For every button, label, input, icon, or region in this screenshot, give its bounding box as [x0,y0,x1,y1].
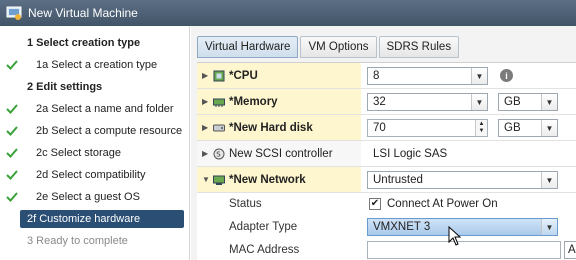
step-label: 3 Ready to complete [27,235,128,247]
status-label: Status [229,198,262,210]
tab-virtual-hardware[interactable]: Virtual Hardware [197,36,299,58]
step-label: 1a Select a creation type [36,59,158,71]
cpu-icon [213,70,225,81]
adapter-type-row: Adapter Type VMXNET 3 ▼ [197,216,576,239]
checkmark-icon [6,148,18,158]
step-label: 2d Select compatibility [36,169,146,181]
memory-unit-select[interactable]: GB ▼ [498,93,558,111]
dropdown-arrow-icon: ▼ [471,94,487,110]
step-label: 2c Select storage [36,147,121,159]
window-title: New Virtual Machine [28,6,138,20]
step-label: 2e Select a guest OS [36,191,140,203]
virtual-machine-icon [6,6,22,20]
mac-address-input[interactable] [367,241,561,259]
network-adapter-icon [213,175,225,185]
network-value: Untrusted [373,174,423,186]
collapse-arrow-icon[interactable]: ▼ [202,175,210,184]
expand-arrow-icon[interactable]: ▶ [202,97,208,106]
tab-bar: Virtual Hardware VM Options SDRS Rules [197,36,460,58]
hard-disk-unit-select[interactable]: GB ▼ [498,119,558,137]
mouse-cursor-icon [448,226,462,246]
scsi-controller-row: ▶ S New SCSI controller LSI Logic SAS [197,141,576,167]
adapter-type-select[interactable]: VMXNET 3 ▼ [367,218,558,236]
expand-arrow-icon[interactable]: ▶ [202,71,208,80]
step-1-header: 1 Select creation type [0,32,190,54]
hard-disk-label: *New Hard disk [229,121,313,134]
memory-row: ▶ *Memory 32 ▼ GB ▼ [197,89,576,115]
wizard-steps-sidebar: 1 Select creation type 1a Select a creat… [0,26,190,260]
checkmark-icon [6,192,18,202]
connect-at-power-on-checkbox[interactable]: ✔ [369,198,381,210]
window-titlebar: New Virtual Machine [0,0,576,26]
memory-label: *Memory [229,95,278,108]
mac-address-mode: A [568,244,576,256]
stepper-icon[interactable]: ▲ ▼ [475,120,487,136]
hard-disk-size-input[interactable]: 70 ▲ ▼ [367,119,488,137]
step-1a[interactable]: 1a Select a creation type [0,54,190,76]
hard-disk-value: 70 [373,122,386,134]
step-2-header: 2 Edit settings [0,76,190,98]
step-2c[interactable]: 2c Select storage [0,142,190,164]
checkmark-icon [6,126,18,136]
checkmark-icon [6,104,18,114]
dropdown-arrow-icon: ▼ [541,94,557,110]
network-label: *New Network [229,173,306,186]
step-2d[interactable]: 2d Select compatibility [0,164,190,186]
cpu-value: 8 [373,70,380,82]
svg-text:S: S [216,150,221,158]
hard-disk-icon [213,124,225,131]
network-select[interactable]: Untrusted ▼ [367,171,558,189]
network-row: ▼ *New Network Untrusted ▼ [197,167,576,193]
dropdown-arrow-icon: ▼ [541,172,557,188]
cpu-row: ▶ *CPU 8 ▼ i [197,63,576,89]
cpu-select[interactable]: 8 ▼ [367,67,488,85]
mac-address-mode-select[interactable]: A [564,241,576,259]
step-2a[interactable]: 2a Select a name and folder [0,98,190,120]
expand-arrow-icon[interactable]: ▶ [202,123,208,132]
step-3: 3 Ready to complete [0,230,190,252]
hardware-grid: ▶ *CPU 8 ▼ i ▶ *Memory 32 ▼ GB ▼ ▶ *New … [197,62,576,260]
checkmark-icon [6,60,18,70]
step-label: 2b Select a compute resource [36,125,183,137]
memory-value: 32 [373,96,386,108]
step-2f-active[interactable]: 2f Customize hardware [0,208,190,230]
memory-select[interactable]: 32 ▼ [367,93,488,111]
step-label: 2a Select a name and folder [36,103,174,115]
scsi-controller-value: LSI Logic SAS [373,148,448,160]
step-label: 2 Edit settings [27,81,103,93]
adapter-type-value: VMXNET 3 [373,221,431,233]
hard-disk-row: ▶ *New Hard disk 70 ▲ ▼ GB ▼ [197,115,576,141]
tab-sdrs-rules[interactable]: SDRS Rules [378,36,460,58]
hard-disk-unit: GB [504,122,521,134]
scsi-controller-label: New SCSI controller [229,147,333,160]
memory-icon [213,98,225,107]
scsi-controller-icon: S [213,148,225,159]
info-icon[interactable]: i [500,69,513,82]
dropdown-arrow-icon: ▼ [471,68,487,84]
expand-arrow-icon[interactable]: ▶ [202,149,208,158]
step-2b[interactable]: 2b Select a compute resource [0,120,190,142]
step-label: 1 Select creation type [27,37,141,49]
main-panel: Virtual Hardware VM Options SDRS Rules ▶… [191,26,576,260]
status-row: Status ✔ Connect At Power On [197,193,576,216]
checkmark-icon [6,170,18,180]
mac-address-row: MAC Address A [197,239,576,260]
mac-address-label: MAC Address [229,244,300,256]
dropdown-arrow-icon: ▼ [541,120,557,136]
memory-unit: GB [504,96,521,108]
cpu-label: *CPU [229,69,258,82]
tab-vm-options[interactable]: VM Options [300,36,377,58]
step-2e[interactable]: 2e Select a guest OS [0,186,190,208]
dropdown-arrow-icon: ▼ [541,219,557,235]
connect-at-power-on-label: Connect At Power On [387,198,498,210]
step-label: 2f Customize hardware [27,213,141,225]
adapter-type-label: Adapter Type [229,221,298,233]
